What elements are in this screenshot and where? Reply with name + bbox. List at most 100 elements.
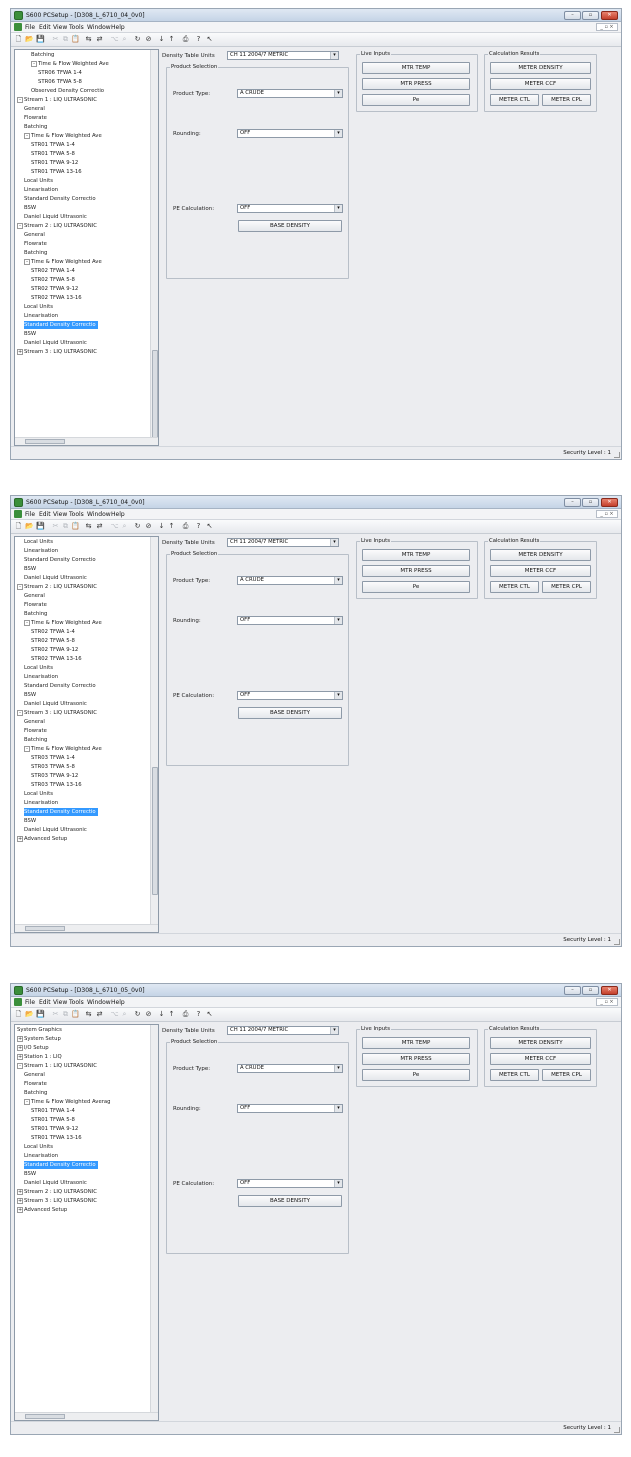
tree-item[interactable]: - Time & Flow Weighted Ave [24, 132, 104, 140]
tree-item[interactable]: - Stream 1 : LIQ ULTRASONIC [17, 1062, 99, 1070]
menu-help[interactable]: Help [111, 999, 125, 1006]
tree-item[interactable]: + I/O Setup [17, 1044, 51, 1052]
tree-item[interactable]: + Advanced Setup [17, 1206, 69, 1214]
disconnect-icon[interactable]: ⇄ [95, 35, 104, 44]
tree-item[interactable]: Standard Density Correctio [24, 556, 98, 564]
chevron-down-icon[interactable]: ▾ [334, 577, 342, 584]
pe-button[interactable]: Pe [362, 581, 470, 593]
tree-item[interactable]: Standard Density Correctio [24, 195, 98, 203]
menu-edit[interactable]: Edit [39, 999, 51, 1006]
menu-view[interactable]: View [53, 511, 67, 518]
tree-item[interactable]: STR02 TFWA 13-16 [31, 294, 84, 302]
tree-horizontal-scrollbar[interactable] [15, 1412, 158, 1420]
menu-edit[interactable]: Edit [39, 511, 51, 518]
tree-item[interactable]: STR01 TFWA 9-12 [31, 1125, 80, 1133]
scrollbar-thumb[interactable] [152, 350, 158, 445]
base-density-button[interactable]: BASE DENSITY [238, 1195, 342, 1207]
tree-item[interactable]: BSW [24, 204, 38, 212]
tree-item[interactable]: - Time & Flow Weighted Ave [24, 619, 104, 627]
new-file-icon[interactable]: 🗋 [14, 522, 23, 531]
tree-item[interactable]: BSW [24, 817, 38, 825]
tree-item[interactable]: STR03 TFWA 1-4 [31, 754, 77, 762]
tree-item[interactable]: STR01 TFWA 5-8 [31, 1116, 77, 1124]
tree-item[interactable]: Flowrate [24, 240, 49, 248]
tree-item[interactable]: Batching [24, 736, 49, 744]
tree-item[interactable]: General [24, 592, 47, 600]
tree-vertical-scrollbar[interactable] [150, 50, 158, 445]
tree-item[interactable]: STR02 TFWA 5-8 [31, 276, 77, 284]
collapse-icon[interactable]: - [31, 61, 37, 67]
menu-window[interactable]: Window [87, 511, 111, 518]
tree-item[interactable]: Linearisation [24, 799, 60, 807]
menu-tools[interactable]: Tools [69, 24, 84, 31]
refresh-icon[interactable]: ↻ [133, 35, 142, 44]
tree-item[interactable]: Batching [24, 123, 49, 131]
tree-item[interactable]: STR02 TFWA 1-4 [31, 267, 77, 275]
download-icon[interactable]: ↓ [157, 1010, 166, 1019]
navigation-tree[interactable]: System Graphics + System Setup + I/O Setup + S… [14, 1024, 159, 1421]
tree-item[interactable]: Linearisation [24, 186, 60, 194]
product-type-select[interactable]: A CRUDE ▾ [237, 576, 343, 585]
close-button[interactable]: ✕ [601, 11, 618, 20]
tree-item[interactable]: Linearisation [24, 547, 60, 555]
tree-item[interactable]: Daniel Liquid Ultrasonic [24, 339, 89, 347]
expand-icon[interactable]: + [17, 836, 23, 842]
expand-icon[interactable]: + [17, 1198, 23, 1204]
menu-tools[interactable]: Tools [69, 511, 84, 518]
tree-item[interactable]: STR03 TFWA 9-12 [31, 772, 80, 780]
tree-vertical-scrollbar[interactable] [150, 1025, 158, 1413]
tree-item[interactable]: Batching [24, 610, 49, 618]
new-file-icon[interactable]: 🗋 [14, 35, 23, 44]
upload-icon[interactable]: ↑ [167, 35, 176, 44]
tree-item[interactable]: + Stream 2 : LIQ ULTRASONIC [17, 1188, 99, 1196]
document-icon[interactable] [14, 998, 22, 1006]
find-icon[interactable]: ⌕ [120, 1010, 129, 1019]
save-icon[interactable]: 💾 [36, 35, 45, 44]
copy-icon[interactable]: ⧉ [61, 35, 70, 44]
expand-icon[interactable]: + [17, 1189, 23, 1195]
tree-item[interactable]: Local Units [24, 1143, 55, 1151]
pe-calculation-select[interactable]: OFF ▾ [237, 204, 343, 213]
tree-item[interactable]: Flowrate [24, 727, 49, 735]
mtr-temp-button[interactable]: MTR TEMP [362, 1037, 470, 1049]
meter-density-button[interactable]: METER DENSITY [490, 62, 591, 74]
print-icon[interactable]: ⎙ [181, 1010, 190, 1019]
cut-icon[interactable]: ✂ [51, 1010, 60, 1019]
meter-ctl-button[interactable]: METER CTL [490, 1069, 539, 1081]
pointer-help-icon[interactable]: ↖ [205, 522, 214, 531]
pe-button[interactable]: Pe [362, 94, 470, 106]
tree-item[interactable]: Daniel Liquid Ultrasonic [24, 700, 89, 708]
product-type-select[interactable]: A CRUDE ▾ [237, 89, 343, 98]
collapse-icon[interactable]: - [24, 1099, 30, 1105]
pointer-help-icon[interactable]: ↖ [205, 35, 214, 44]
tree-item[interactable]: STR03 TFWA 5-8 [31, 763, 77, 771]
meter-density-button[interactable]: METER DENSITY [490, 1037, 591, 1049]
help-icon[interactable]: ? [194, 35, 203, 44]
tree-item[interactable]: Observed Density Correctio [31, 87, 106, 95]
base-density-button[interactable]: BASE DENSITY [238, 707, 342, 719]
tree-item[interactable]: Flowrate [24, 1080, 49, 1088]
tree-item[interactable]: Local Units [24, 303, 55, 311]
tree-item[interactable]: Batching [31, 51, 56, 59]
mtr-temp-button[interactable]: MTR TEMP [362, 62, 470, 74]
collapse-icon[interactable]: - [24, 133, 30, 139]
meter-ctl-button[interactable]: METER CTL [490, 581, 539, 593]
tree-item[interactable]: STR06 TFWA 1-4 [38, 69, 84, 77]
expand-icon[interactable]: + [17, 1054, 23, 1060]
connect-icon[interactable]: ⇆ [84, 1010, 93, 1019]
pe-calculation-select[interactable]: OFF ▾ [237, 691, 343, 700]
disconnect-icon[interactable]: ⇄ [95, 1010, 104, 1019]
tree-item[interactable]: General [24, 105, 47, 113]
chevron-down-icon[interactable]: ▾ [330, 52, 338, 59]
collapse-icon[interactable]: - [24, 746, 30, 752]
close-button[interactable]: ✕ [601, 986, 618, 995]
upload-icon[interactable]: ↑ [167, 1010, 176, 1019]
collapse-icon[interactable]: - [17, 97, 23, 103]
menu-window[interactable]: Window [87, 999, 111, 1006]
tree-item[interactable]: STR01 TFWA 1-4 [31, 1107, 77, 1115]
menu-view[interactable]: View [53, 999, 67, 1006]
paste-icon[interactable]: 📋 [71, 1010, 80, 1019]
save-icon[interactable]: 💾 [36, 1010, 45, 1019]
download-icon[interactable]: ↓ [157, 35, 166, 44]
scrollbar-thumb[interactable] [25, 1414, 65, 1419]
